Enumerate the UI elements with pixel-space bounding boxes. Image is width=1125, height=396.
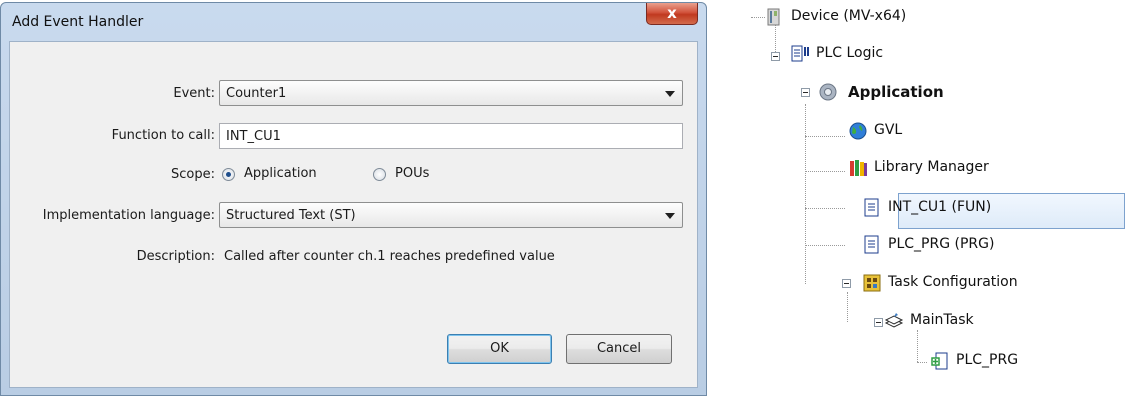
- tree-line: [805, 208, 845, 209]
- tree-item-task-configuration[interactable]: Task Configuration: [862, 272, 1082, 294]
- tree-item-library-manager[interactable]: Library Manager: [848, 157, 1068, 179]
- chevron-down-icon: [665, 91, 675, 97]
- tree-item-label: PLC Logic: [816, 45, 884, 61]
- function-input[interactable]: INT_CU1: [219, 123, 683, 149]
- tree-item-int-cu1[interactable]: INT_CU1 (FUN): [862, 197, 1062, 219]
- function-value: INT_CU1: [226, 129, 281, 144]
- scope-pous-label: POUs: [395, 166, 430, 181]
- tree-line: [805, 104, 806, 284]
- language-label: Implementation language:: [42, 208, 215, 223]
- scope-label: Scope:: [171, 167, 215, 182]
- close-icon: x: [667, 4, 677, 22]
- tree-item-label: PLC_PRG: [956, 352, 1019, 368]
- radio-selected-icon: [222, 168, 235, 181]
- program-call-icon: [931, 352, 948, 370]
- collapse-icon[interactable]: [842, 279, 851, 288]
- tree-item-label: GVL: [874, 122, 903, 138]
- language-value: Structured Text (ST): [226, 208, 356, 223]
- plc-logic-icon: [791, 45, 809, 62]
- task-config-icon: [863, 274, 881, 292]
- collapse-icon[interactable]: [874, 318, 883, 327]
- dialog-titlebar[interactable]: Add Event Handler x: [1, 3, 706, 39]
- device-icon: [767, 8, 780, 26]
- tree-line: [805, 136, 845, 137]
- dialog-body: Event: Counter1 Function to call: INT_CU…: [9, 41, 698, 388]
- books-icon: [850, 160, 867, 176]
- globe-icon: [849, 122, 867, 140]
- collapse-icon[interactable]: [771, 52, 780, 61]
- tree-item-label: Task Configuration: [888, 274, 1018, 290]
- tree-item-label: PLC_PRG (PRG): [888, 236, 995, 252]
- dialog-title: Add Event Handler: [12, 14, 144, 30]
- event-dropdown[interactable]: Counter1: [219, 80, 683, 106]
- event-label: Event:: [173, 86, 215, 101]
- tree-item-gvl[interactable]: GVL: [848, 120, 968, 142]
- tree-item-label: Application: [848, 83, 944, 101]
- tree-item-application[interactable]: Application: [818, 81, 1038, 103]
- tree-line: [805, 171, 845, 172]
- task-icon: [884, 313, 904, 328]
- tree-item-label: INT_CU1 (FUN): [888, 199, 992, 215]
- tree-line: [751, 17, 765, 18]
- tree-item-label: Library Manager: [874, 159, 989, 175]
- radio-unselected-icon: [373, 168, 386, 181]
- add-event-handler-dialog: Add Event Handler x Event: Counter1 Func…: [0, 2, 707, 396]
- cancel-button[interactable]: Cancel: [566, 334, 672, 364]
- ok-button[interactable]: OK: [447, 334, 552, 364]
- tree-item-maintask[interactable]: MainTask: [884, 310, 1044, 332]
- tree-line: [917, 362, 927, 363]
- description-label: Description:: [136, 249, 215, 264]
- tree-item-plc-prg[interactable]: PLC_PRG (PRG): [862, 234, 1062, 256]
- tree-line: [805, 245, 845, 246]
- tree-item-device[interactable]: Device (MV-x64): [765, 6, 975, 28]
- collapse-icon[interactable]: [801, 88, 810, 97]
- scope-application-label: Application: [244, 166, 317, 181]
- tree-item-label: Device (MV-x64): [791, 8, 907, 24]
- gear-icon: [819, 83, 837, 101]
- description-text: Called after counter ch.1 reaches predef…: [224, 249, 555, 264]
- tree-item-task-plc-prg[interactable]: PLC_PRG: [930, 350, 1090, 372]
- document-icon: [864, 198, 879, 217]
- language-dropdown[interactable]: Structured Text (ST): [219, 202, 683, 228]
- close-button[interactable]: x: [646, 3, 698, 25]
- tree-line: [917, 330, 918, 362]
- tree-line: [847, 292, 848, 322]
- tree-item-plc-logic[interactable]: PLC Logic: [790, 43, 990, 65]
- tree-item-label: MainTask: [910, 312, 974, 328]
- document-icon: [864, 235, 879, 254]
- chevron-down-icon: [665, 213, 675, 219]
- event-value: Counter1: [226, 86, 287, 101]
- function-label: Function to call:: [111, 128, 215, 143]
